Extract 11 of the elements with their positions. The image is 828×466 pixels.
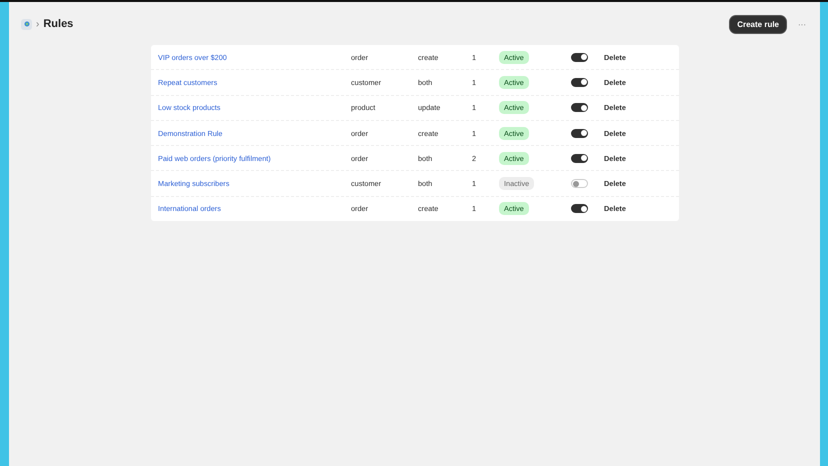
toggle-switch[interactable] bbox=[571, 78, 588, 87]
toggle-switch[interactable] bbox=[571, 154, 588, 163]
toggle-switch[interactable] bbox=[571, 128, 588, 138]
toggle-switch[interactable] bbox=[571, 103, 588, 112]
toggle-switch[interactable] bbox=[571, 204, 588, 214]
more-button[interactable]: ··· bbox=[796, 18, 808, 30]
create-rule-button[interactable]: Create rule bbox=[730, 16, 786, 32]
breadcrumb-separator: › bbox=[36, 18, 40, 30]
toggle-switch[interactable] bbox=[571, 52, 588, 62]
page-title: Rules bbox=[43, 18, 74, 30]
app-logo-icon[interactable] bbox=[21, 18, 32, 30]
